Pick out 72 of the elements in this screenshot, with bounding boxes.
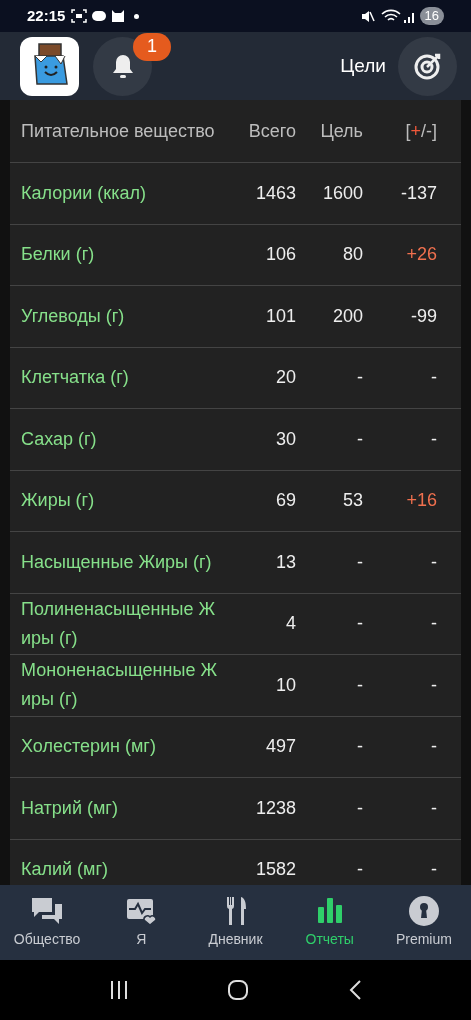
- total-value: 4: [285, 612, 296, 636]
- total-value: 1582: [254, 858, 296, 882]
- difference-value: -: [430, 612, 437, 636]
- nav-tab[interactable]: Общество: [0, 885, 95, 960]
- battery-indicator: 16: [419, 7, 444, 25]
- difference-value: +16: [405, 489, 437, 513]
- nutrient-name: Калий (мг): [21, 858, 110, 882]
- column-header: [+/-]: [404, 119, 437, 143]
- total-value: 1463: [254, 181, 296, 205]
- total-value: 497: [264, 735, 296, 759]
- difference-value: -: [430, 366, 437, 390]
- difference-value: -99: [410, 304, 437, 328]
- difference-value: -: [430, 550, 437, 574]
- goal-value: 80: [341, 243, 363, 267]
- notification-badge: 1: [133, 32, 171, 61]
- total-value: 13: [274, 550, 296, 574]
- goals-label: Цели: [340, 53, 386, 78]
- back-icon[interactable]: [347, 979, 362, 1001]
- difference-value: -137: [399, 181, 437, 205]
- total-value: 106: [264, 243, 296, 267]
- nutrient-name: Жиры (г): [21, 489, 96, 513]
- nav-tab[interactable]: Premium: [376, 885, 471, 960]
- total-value: 1238: [254, 796, 296, 820]
- screenshot-icon: [71, 9, 88, 23]
- nutrient-name: Насыщенные Жиры (г): [21, 550, 213, 574]
- goal-value: -: [356, 550, 363, 574]
- difference-value: -: [430, 735, 437, 759]
- dot-icon: [134, 13, 140, 19]
- mute-icon: [360, 9, 375, 23]
- nutrient-name: Мононенасыщенные Жиры (г): [21, 659, 219, 712]
- goal-value: -: [356, 673, 363, 697]
- cat-icon: [111, 9, 126, 23]
- nav-tab[interactable]: Отчеты: [282, 885, 377, 960]
- column-header: Питательное вещество: [21, 119, 216, 143]
- nutrient-name: Сахар (г): [21, 427, 98, 451]
- difference-value: -: [430, 796, 437, 820]
- goal-value: -: [356, 612, 363, 636]
- nutrient-name: Клетчатка (г): [21, 366, 130, 390]
- nutrient-name: Калории (ккал): [21, 181, 147, 205]
- goal-value: -: [356, 366, 363, 390]
- goal-value: 53: [341, 489, 363, 513]
- difference-value: -: [430, 427, 437, 451]
- app-icon: [92, 10, 107, 22]
- nav-tab[interactable]: Дневник: [188, 885, 283, 960]
- total-value: 101: [264, 304, 296, 328]
- goal-value: -: [356, 796, 363, 820]
- column-header: Всего: [247, 119, 296, 143]
- difference-value: -: [430, 858, 437, 882]
- goal-value: -: [356, 735, 363, 759]
- column-header: Цель: [319, 119, 363, 143]
- difference-value: +26: [405, 243, 437, 267]
- keyhole-icon: [406, 895, 441, 927]
- recent-apps-icon[interactable]: [109, 980, 130, 1000]
- total-value: 30: [274, 427, 296, 451]
- goal-value: -: [356, 858, 363, 882]
- nutrient-name: Холестерин (мг): [21, 735, 157, 759]
- nutrient-name: Белки (г): [21, 243, 96, 267]
- home-icon[interactable]: [227, 979, 250, 1001]
- goal-value: -: [356, 427, 363, 451]
- status-time: 22:15: [27, 5, 66, 26]
- total-value: 69: [274, 489, 296, 513]
- total-value: 10: [274, 673, 296, 697]
- total-value: 20: [274, 366, 296, 390]
- app-logo-button[interactable]: [20, 36, 79, 96]
- nutrient-name: Полиненасыщенные Жиры (г): [21, 597, 217, 650]
- goal-value: 200: [331, 304, 363, 328]
- nutrient-name: Натрий (мг): [21, 796, 119, 820]
- target-icon: [413, 52, 442, 80]
- difference-value: -: [430, 673, 437, 697]
- nav-tab[interactable]: Я: [94, 885, 189, 960]
- nutrient-name: Углеводы (г): [21, 304, 126, 328]
- goal-value: 1600: [321, 181, 363, 205]
